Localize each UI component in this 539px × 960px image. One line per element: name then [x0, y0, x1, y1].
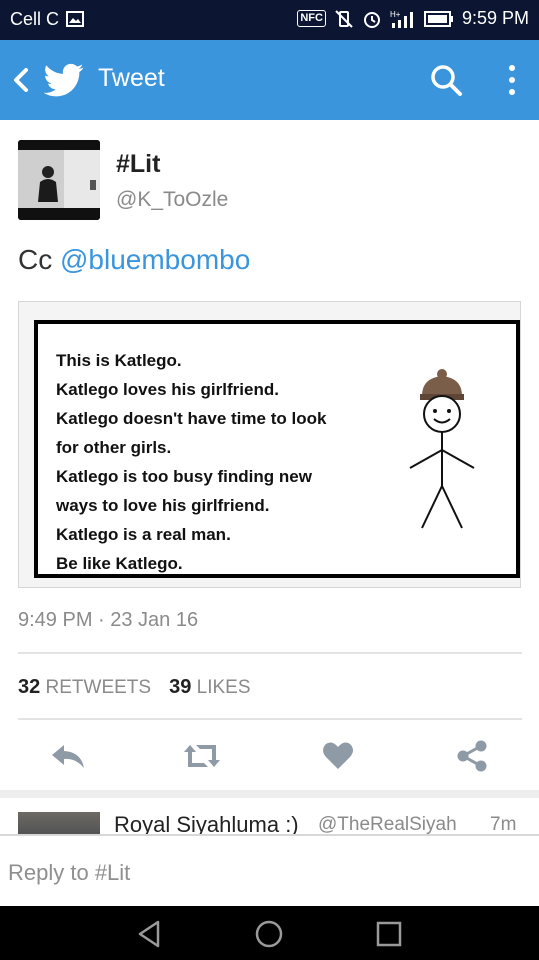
- user-handle[interactable]: @K_ToOzle: [116, 188, 228, 212]
- share-icon: [457, 740, 487, 772]
- display-name[interactable]: Royal Siyahluma :): [114, 812, 299, 834]
- battery-icon: [423, 10, 453, 27]
- reply-icon: [52, 745, 84, 768]
- reply-button[interactable]: [48, 736, 88, 776]
- recents-nav-icon[interactable]: [373, 918, 405, 950]
- signal-icon: H+: [390, 10, 413, 28]
- home-nav-icon[interactable]: [253, 918, 285, 950]
- app-bar: Tweet: [0, 40, 539, 120]
- reply-input[interactable]: [8, 860, 528, 886]
- tweet-text: Cc @bluembombo: [18, 244, 251, 275]
- more-vert-icon[interactable]: [500, 62, 524, 98]
- avatar[interactable]: [18, 812, 100, 834]
- nfc-icon: NFC: [297, 10, 326, 27]
- tweet-stats: 32 RETWEETS 39 LIKES: [18, 676, 251, 699]
- avatar-image: [18, 140, 100, 220]
- retweets-stat[interactable]: 32 RETWEETS: [18, 676, 151, 699]
- divider: [18, 652, 522, 654]
- meme-card: This is Katlego. Katlego loves his girlf…: [34, 320, 520, 578]
- reply-tweet[interactable]: Royal Siyahluma :) @TheRealSiyah 7m: [0, 798, 539, 834]
- avatar[interactable]: [18, 140, 100, 220]
- divider: [18, 718, 522, 720]
- stickman-illustration: [409, 369, 475, 529]
- chevron-left-icon[interactable]: [8, 64, 36, 96]
- search-icon[interactable]: [428, 62, 464, 98]
- share-button[interactable]: [452, 736, 492, 776]
- meme-line: This is Katlego.: [56, 351, 182, 370]
- carrier-label: Cell C: [10, 9, 85, 30]
- twitter-bird-icon[interactable]: [44, 60, 84, 100]
- like-button[interactable]: [318, 736, 358, 776]
- back-nav-icon[interactable]: [134, 918, 166, 950]
- meme-line: Be like Katlego.: [56, 554, 183, 573]
- clock: 9:59 PM: [461, 8, 529, 28]
- user-handle[interactable]: @TheRealSiyah: [318, 814, 457, 834]
- reply-composer: [0, 834, 539, 906]
- mention-link[interactable]: @bluembombo: [60, 244, 250, 275]
- likes-stat[interactable]: 39 LIKES: [169, 676, 250, 699]
- meme-line: Katlego doesn't have time to look: [56, 409, 327, 428]
- vibrate-off-icon: [335, 9, 353, 28]
- meme-line: for other girls.: [56, 438, 172, 457]
- meme-line: Katlego is too busy finding new: [56, 467, 312, 486]
- meme-line: Katlego is a real man.: [56, 525, 231, 544]
- gallery-notification-icon: [66, 11, 85, 27]
- tweet-timestamp: 9:49 PM · 23 Jan 16: [18, 609, 199, 631]
- tweet-image[interactable]: This is Katlego. Katlego loves his girlf…: [18, 301, 521, 588]
- alarm-icon: [363, 11, 380, 28]
- system-nav-bar: [0, 906, 539, 960]
- meme-line: ways to love his girlfriend.: [56, 496, 270, 515]
- heart-icon: [323, 742, 353, 769]
- svg-text:H+: H+: [390, 10, 401, 19]
- retweet-icon: [184, 745, 220, 767]
- status-bar: Cell C NFC H+ 9:59 PM: [0, 0, 539, 40]
- meme-line: Katlego loves his girlfriend.: [56, 380, 279, 399]
- tweet-age: 7m: [490, 814, 517, 834]
- separator: [0, 790, 539, 798]
- display-name[interactable]: #Lit: [116, 150, 160, 179]
- retweet-button[interactable]: [182, 736, 222, 776]
- page-title: Tweet: [98, 64, 165, 92]
- status-icons: NFC H+ 9:59 PM: [297, 8, 529, 29]
- meme-text: This is Katlego. Katlego loves his girlf…: [56, 346, 326, 578]
